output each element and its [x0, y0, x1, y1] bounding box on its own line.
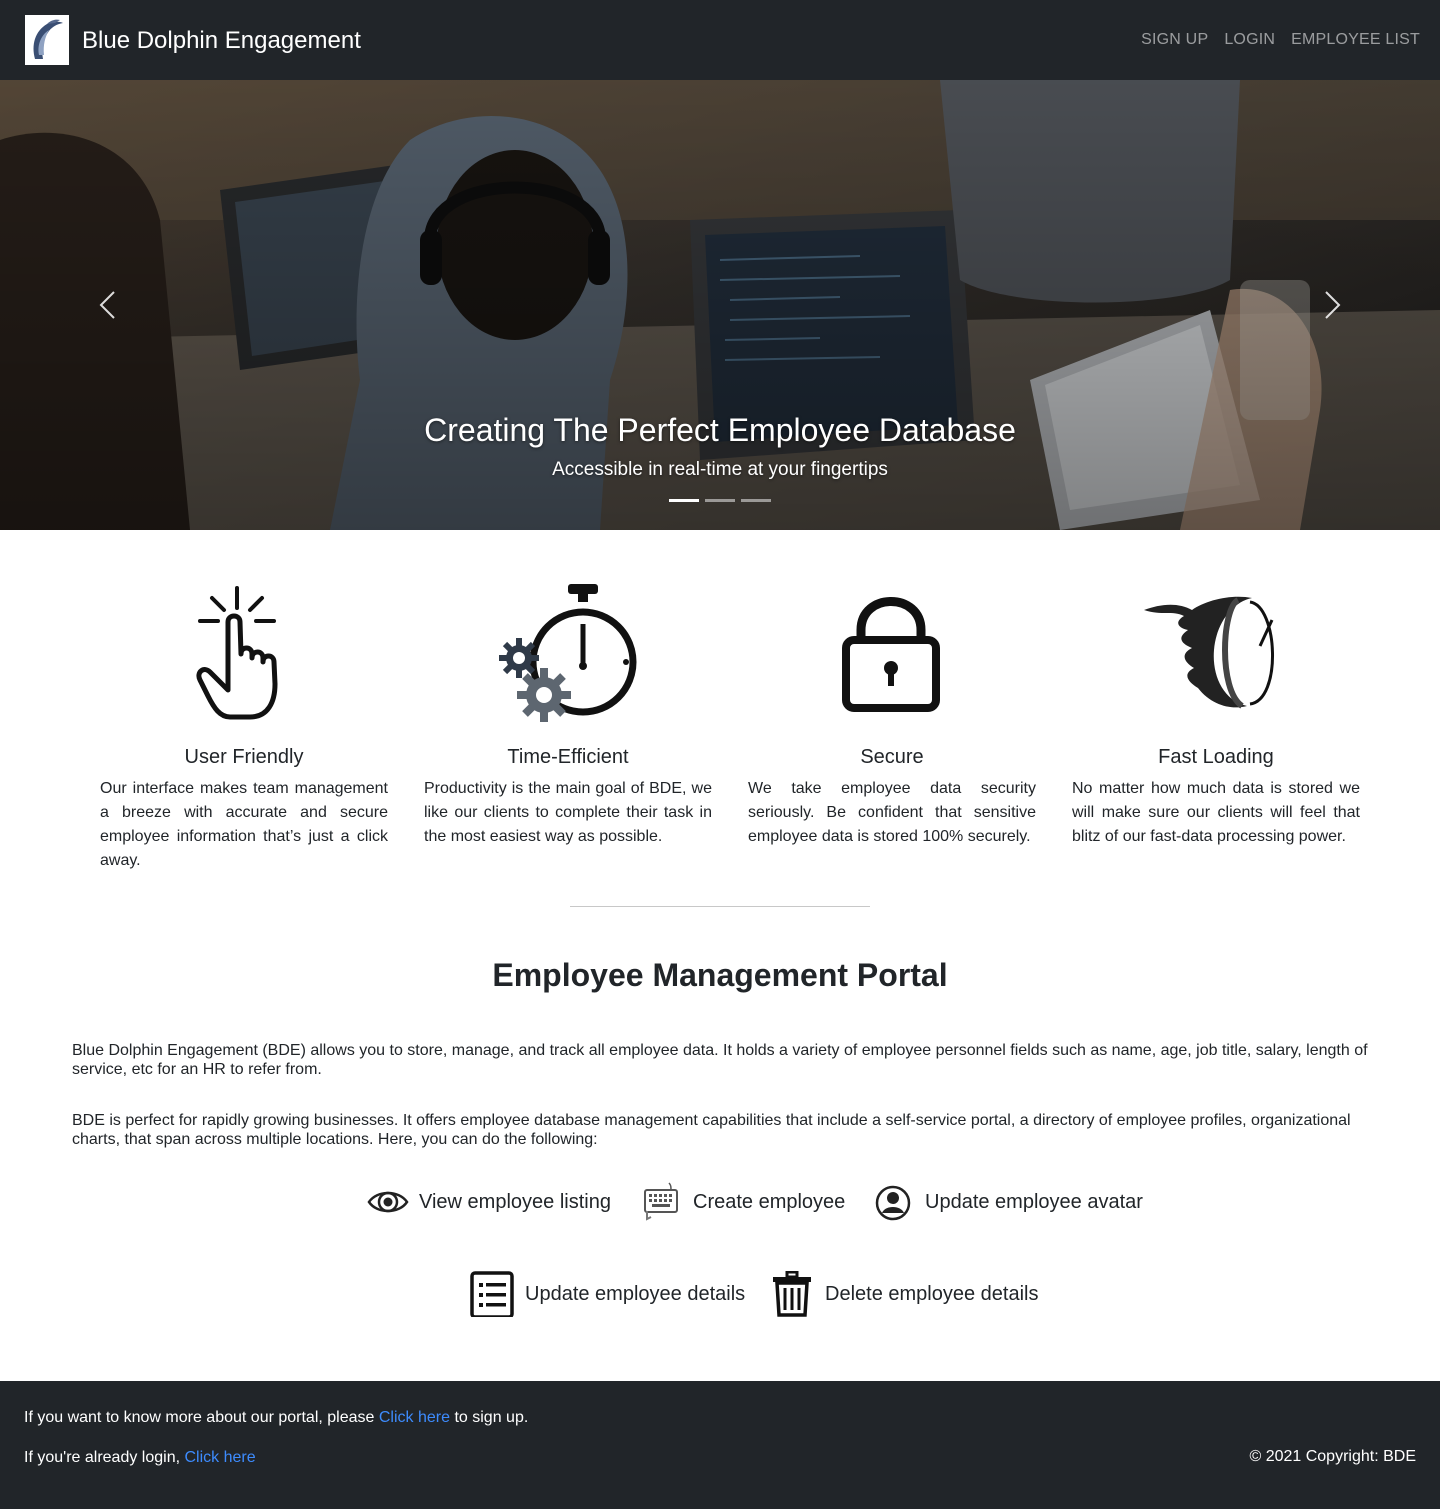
action-update-employee-details[interactable]: Update employee details — [469, 1271, 745, 1317]
footer-login-link[interactable]: Click here — [184, 1449, 255, 1466]
padlock-icon — [842, 597, 940, 712]
feature-text: Our interface makes team management a br… — [100, 780, 388, 869]
portal-title: Employee Management Portal — [492, 957, 948, 993]
carousel-indicators — [669, 499, 771, 502]
chevron-left-icon — [99, 291, 115, 319]
document-list-icon — [470, 1271, 514, 1317]
action-label: Delete employee details — [825, 1283, 1039, 1305]
carousel-indicator-1[interactable] — [669, 499, 699, 502]
footer-signup-text-after: to sign up. — [450, 1409, 529, 1426]
feature-title: User Friendly — [184, 746, 304, 768]
feature-title: Fast Loading — [1158, 746, 1274, 768]
feature-text: Productivity is the main goal of BDE, we… — [424, 780, 712, 845]
carousel-indicator-3[interactable] — [741, 499, 771, 502]
feature-text: We take employee data security seriously… — [748, 780, 1036, 845]
action-create-employee[interactable]: Create employee — [641, 1181, 845, 1223]
keyboard-icon — [644, 1182, 678, 1221]
footer-copyright: © 2021 Copyright: BDE — [1249, 1448, 1416, 1465]
action-view-employee-listing[interactable]: View employee listing — [367, 1181, 611, 1223]
navbar: Blue Dolphin Engagement SIGN UP LOGIN EM… — [0, 0, 1440, 80]
nav-employee-list-link[interactable]: EMPLOYEE LIST — [1291, 30, 1420, 50]
footer-signup-link[interactable]: Click here — [379, 1409, 450, 1426]
action-delete-employee-details[interactable]: Delete employee details — [771, 1271, 1038, 1317]
hero-carousel: Creating The Perfect Employee Database A… — [0, 80, 1440, 530]
action-label: Update employee details — [525, 1283, 746, 1305]
footer-login-line: If you're already login, Click here — [24, 1448, 256, 1468]
carousel-indicator-2[interactable] — [705, 499, 735, 502]
nav-sign-up-link[interactable]: SIGN UP — [1141, 30, 1208, 50]
portal-intro-paragraph: Blue Dolphin Engagement (BDE) allows you… — [72, 1042, 1368, 1078]
brand-name[interactable]: Blue Dolphin Engagement — [82, 26, 361, 56]
nav-login-link[interactable]: LOGIN — [1224, 30, 1275, 50]
carousel-caption-subtitle: Accessible in real-time at your fingerti… — [552, 459, 888, 480]
user-circle-icon — [875, 1185, 911, 1221]
action-update-employee-avatar[interactable]: Update employee avatar — [873, 1181, 1143, 1223]
feature-title: Secure — [860, 746, 924, 768]
speed-clock-icon — [1144, 596, 1274, 709]
footer: If you want to know more about our porta… — [0, 1381, 1440, 1509]
dolphin-logo-icon[interactable] — [25, 15, 69, 65]
footer-signup-line: If you want to know more about our porta… — [24, 1408, 528, 1428]
footer-login-text: If you're already login, — [24, 1449, 185, 1466]
eye-icon — [367, 1191, 409, 1213]
carousel-next-button[interactable] — [1312, 280, 1352, 330]
action-label: Create employee — [693, 1191, 846, 1213]
trash-icon — [773, 1271, 811, 1317]
section-divider — [570, 906, 870, 907]
action-label: View employee listing — [419, 1191, 611, 1213]
feature-text: No matter how much data is stored we wil… — [1072, 780, 1360, 845]
pointer-hand-icon — [196, 586, 278, 720]
portal-capabilities-paragraph: BDE is perfect for rapidly growing busin… — [72, 1112, 1351, 1148]
action-label: Update employee avatar — [925, 1191, 1143, 1213]
stopwatch-gears-icon — [499, 584, 637, 722]
nav-links: SIGN UP LOGIN EMPLOYEE LIST — [1141, 30, 1420, 50]
carousel-caption-title: Creating The Perfect Employee Database — [424, 412, 1016, 448]
chevron-right-icon — [1325, 291, 1341, 319]
carousel-prev-button[interactable] — [88, 280, 128, 330]
footer-signup-text: If you want to know more about our porta… — [24, 1409, 379, 1426]
feature-title: Time-Efficient — [507, 746, 629, 768]
